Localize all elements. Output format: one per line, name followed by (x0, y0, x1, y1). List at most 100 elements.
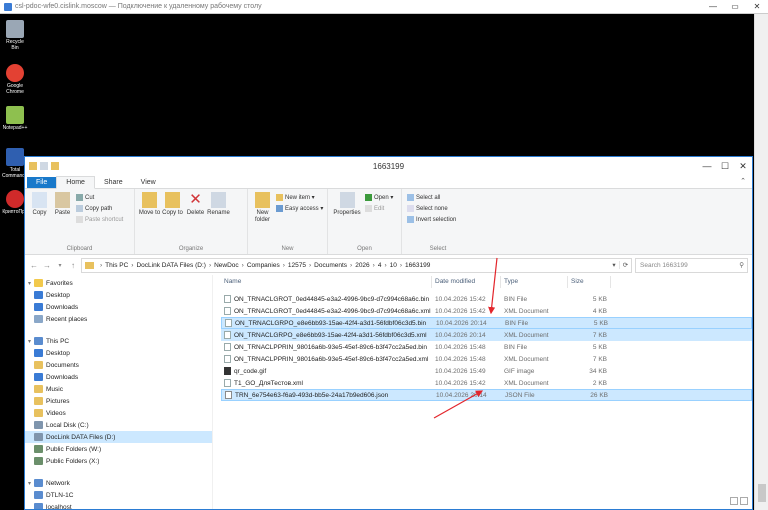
breadcrumb-1663199[interactable]: 1663199 (405, 262, 430, 269)
column-date-modified[interactable]: Date modified (432, 276, 501, 288)
file-name: ON_TRNACLGRPO_e8e6bb93-15ae-42f4-a3d1-56… (234, 331, 427, 339)
paste-button[interactable]: Paste (51, 192, 74, 254)
close-button[interactable]: ✕ (734, 161, 752, 172)
properties-quick-icon[interactable] (40, 162, 48, 170)
tab-view[interactable]: View (132, 177, 165, 188)
file-row[interactable]: T1_GO_ДляТестов.xml 10.04.2026 15:42 XML D… (221, 377, 752, 389)
delete-button[interactable]: ✕ Delete (184, 192, 207, 254)
nav-item-documents[interactable]: Documents (25, 359, 212, 371)
nav-item-localhost[interactable]: localhost (25, 501, 212, 509)
file-row[interactable]: ON_TRNACLGRPO_e8e6bb93-15ae-42f4-a3d1-56… (221, 329, 752, 341)
refresh-icon[interactable]: ⟳ (619, 261, 631, 269)
file-row[interactable]: ON_TRNACLGRPO_e8e6bb93-15ae-42f4-a3d1-56… (221, 317, 752, 329)
nav-item-local-disk-c[interactable]: Local Disk (C:) (25, 419, 212, 431)
breadcrumb-documents[interactable]: Documents (314, 262, 347, 269)
recent-chevron-down-icon[interactable]: ▾ (55, 262, 65, 269)
nav-item-downloads[interactable]: Downloads (25, 371, 212, 383)
large-icons-view-icon[interactable] (740, 497, 748, 505)
nav-item-desktop[interactable]: Desktop (25, 289, 212, 301)
breadcrumb-this-pc[interactable]: This PC (105, 262, 128, 269)
nav-item-public-folders-x[interactable]: Public Folders (X:) (25, 455, 212, 467)
invert-selection-button[interactable]: Invert selection (407, 215, 456, 224)
edit-button[interactable]: Edit (365, 204, 393, 213)
search-input[interactable]: Search 1663199 ⚲ (635, 257, 748, 273)
back-arrow-icon[interactable]: ← (29, 261, 39, 270)
file-row[interactable]: ON_TRNACLGROT_0ed44845-e3a2-4996-9bc9-d7… (221, 305, 752, 317)
bin-file-icon (225, 319, 232, 327)
new-item-button[interactable]: New item ▾ (276, 193, 323, 202)
copy-path-button[interactable]: Copy path (76, 204, 123, 213)
chevron-down-icon[interactable]: ▾ (25, 280, 34, 287)
rename-button[interactable]: Rename (207, 192, 230, 254)
breadcrumb-2026[interactable]: 2026 (355, 262, 369, 269)
rdp-vertical-scrollbar[interactable] (754, 14, 768, 510)
breadcrumb-newdoc[interactable]: NewDoc (214, 262, 239, 269)
nav-item-downloads[interactable]: Downloads (25, 301, 212, 313)
chevron-up-icon[interactable]: ⌃ (740, 177, 746, 185)
column-size[interactable]: Size (568, 276, 611, 288)
easy-access-button[interactable]: Easy access ▾ (276, 204, 323, 213)
nav-item-dtln-1c[interactable]: DTLN-1C (25, 489, 212, 501)
copy-button[interactable]: Copy (28, 192, 51, 254)
properties-button[interactable]: Properties (331, 192, 363, 254)
nav-item-pictures[interactable]: Pictures (25, 395, 212, 407)
maximize-button[interactable]: ☐ (716, 161, 734, 172)
tab-share[interactable]: Share (95, 177, 132, 188)
rdp-minimize-button[interactable]: — (702, 2, 724, 11)
tab-file[interactable]: File (27, 177, 57, 188)
breadcrumb-separator: › (372, 261, 375, 269)
up-arrow-icon[interactable]: ↑ (68, 261, 78, 270)
nav-item-public-folders-w[interactable]: Public Folders (W:) (25, 443, 212, 455)
chevron-down-icon[interactable]: ▾ (25, 480, 34, 487)
rdp-maximize-button[interactable]: ▭ (724, 2, 746, 11)
file-type: BIN File (505, 319, 529, 327)
nav-label: Pictures (46, 397, 70, 405)
copy-to-button[interactable]: Copy to (161, 192, 184, 254)
select-all-button[interactable]: Select all (407, 193, 456, 202)
file-size: 2 KB (592, 379, 607, 387)
nav-item-music[interactable]: Music (25, 383, 212, 395)
column-name[interactable]: Name (221, 276, 432, 288)
details-view-icon[interactable] (730, 497, 738, 505)
scrollbar-thumb[interactable] (758, 484, 766, 502)
file-row[interactable]: ON_TRNACLGROT_0ed44845-e3a2-4996-9bc9-d7… (221, 293, 752, 305)
cut-button[interactable]: Cut (76, 193, 123, 202)
move-to-button[interactable]: Move to (138, 192, 161, 254)
file-row[interactable]: TRN_6e754e63-f6a9-493d-bb5e-24a17b9ed606… (221, 389, 752, 401)
move-to-label: Move to (138, 210, 161, 216)
desktop-icon-notepadpp[interactable]: Notepad++ (2, 106, 28, 131)
breadcrumb-companies[interactable]: Companies (247, 262, 280, 269)
new-folder-quick-icon[interactable] (51, 162, 59, 170)
breadcrumb-d-drive[interactable]: DocLink DATA Files (D:) (136, 262, 205, 269)
desktop-icon-chrome[interactable]: Google Chrome (2, 64, 28, 95)
nav-item-desktop[interactable]: Desktop (25, 347, 212, 359)
chevron-down-icon[interactable]: ▾ (25, 338, 34, 345)
breadcrumb-12575[interactable]: 12575 (288, 262, 306, 269)
minimize-button[interactable]: — (698, 161, 716, 172)
new-folder-button[interactable]: New folder (251, 192, 274, 254)
nav-this-pc[interactable]: ▾ This PC (25, 335, 212, 347)
address-bar[interactable]: › This PC › DocLink DATA Files (D:) › Ne… (81, 257, 632, 273)
nav-item-recent-places[interactable]: Recent places (25, 313, 212, 325)
breadcrumb-separator: › (131, 261, 134, 269)
file-row[interactable]: ON_TRNACLPPRIN_98016a6b-93e5-45ef-89c6-b… (221, 341, 752, 353)
column-type[interactable]: Type (501, 276, 568, 288)
nav-item-videos[interactable]: Videos (25, 407, 212, 419)
breadcrumb-4[interactable]: 4 (378, 262, 382, 269)
tab-home[interactable]: Home (56, 176, 95, 189)
address-dropdown-icon[interactable]: ▾ (609, 261, 619, 269)
select-none-button[interactable]: Select none (407, 204, 456, 213)
file-row[interactable]: qr_code.gif 10.04.2026 15:49 GIF image 34 K… (221, 365, 752, 377)
nav-item-doclink-d[interactable]: DocLink DATA Files (D:) (25, 431, 212, 443)
paste-shortcut-button[interactable]: Paste shortcut (76, 215, 123, 224)
rdp-close-button[interactable]: ✕ (746, 2, 768, 11)
breadcrumb-10[interactable]: 10 (390, 262, 397, 269)
desktop-icon-recycle-bin[interactable]: Recycle Bin (2, 20, 28, 51)
nav-favorites[interactable]: ▾ Favorites (25, 277, 212, 289)
nav-network[interactable]: ▾ Network (25, 477, 212, 489)
file-row[interactable]: ON_TRNACLPPRIN_98016a6b-93e5-45ef-89c6-b… (221, 353, 752, 365)
invert-selection-label: Invert selection (416, 216, 457, 223)
desktop-icon-label: Google Chrome (6, 83, 24, 95)
forward-arrow-icon[interactable]: → (42, 261, 52, 270)
open-button[interactable]: Open ▾ (365, 193, 393, 202)
